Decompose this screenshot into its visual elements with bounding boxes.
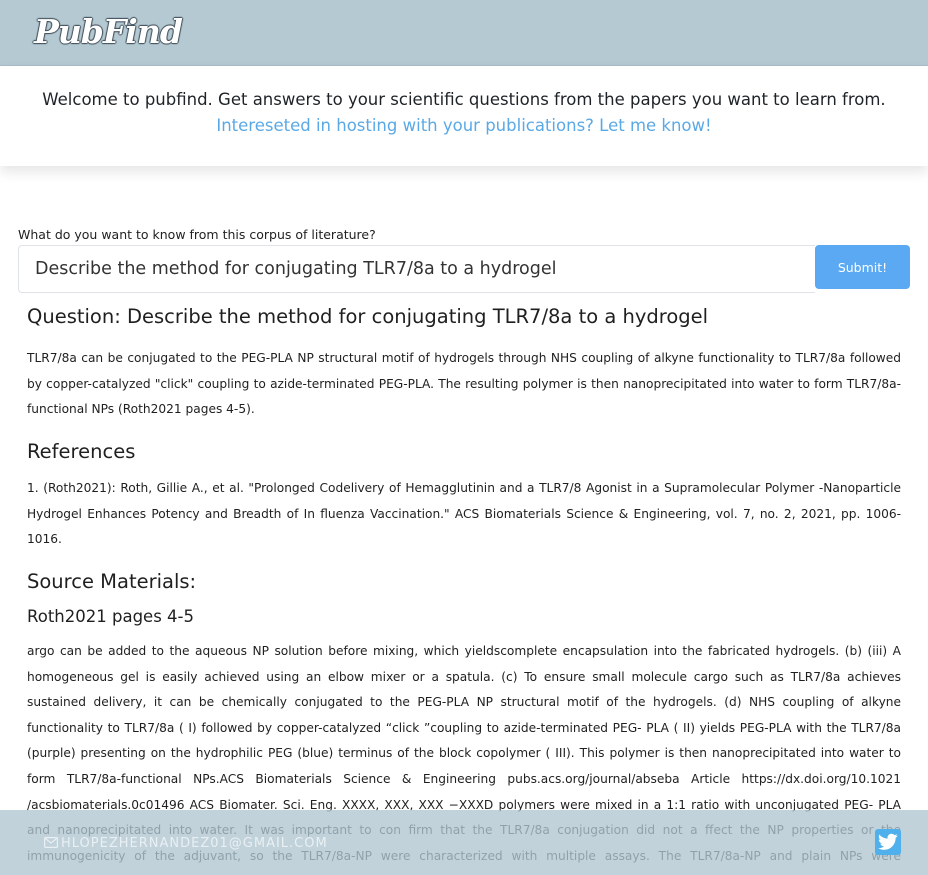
contact-email-link[interactable]: hlopezhernandez01@gmail.com bbox=[44, 836, 328, 851]
top-navbar: PubFind bbox=[0, 0, 928, 66]
hosting-contact-link[interactable]: Intereseted in hosting with your publica… bbox=[0, 116, 928, 135]
welcome-text: Welcome to pubfind. Get answers to your … bbox=[42, 90, 886, 109]
question-input[interactable] bbox=[18, 245, 815, 293]
answer-title: Question: Describe the method for conjug… bbox=[27, 305, 709, 328]
hosting-contact-link-text[interactable]: Intereseted in hosting with your publica… bbox=[216, 116, 711, 135]
envelope-icon bbox=[44, 837, 58, 848]
references-heading: References bbox=[27, 440, 136, 463]
source-title: Roth2021 pages 4-5 bbox=[27, 607, 194, 626]
answer-text: TLR7/8a can be conjugated to the PEG-PLA… bbox=[27, 351, 901, 417]
logo-text: PubFind bbox=[34, 12, 183, 51]
footer-bar: hlopezhernandez01@gmail.com bbox=[0, 810, 928, 875]
twitter-icon[interactable] bbox=[875, 829, 901, 855]
question-label: What do you want to know from this corpu… bbox=[18, 227, 376, 242]
submit-button[interactable]: Submit! bbox=[815, 245, 910, 289]
contact-email-text[interactable]: hlopezhernandez01@gmail.com bbox=[61, 836, 328, 851]
source-materials-heading: Source Materials: bbox=[27, 570, 197, 593]
welcome-banner: Welcome to pubfind. Get answers to your … bbox=[0, 66, 928, 166]
twitter-bird-icon bbox=[878, 833, 898, 850]
pubfind-logo[interactable]: PubFind bbox=[34, 6, 183, 60]
reference-item: 1. (Roth2021): Roth, Gillie A., et al. "… bbox=[27, 481, 901, 547]
